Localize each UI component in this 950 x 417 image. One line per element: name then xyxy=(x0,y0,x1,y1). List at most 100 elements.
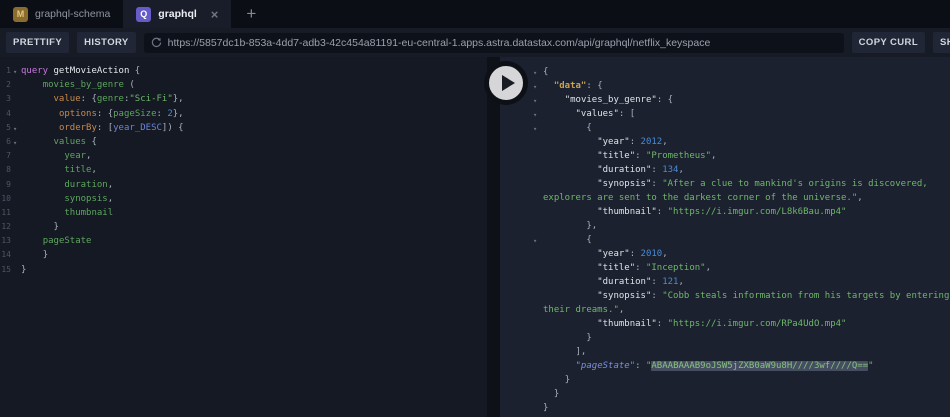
query-line: 1 ▾ query getMovieAction { xyxy=(0,64,487,78)
prettify-button[interactable]: PRETTIFY xyxy=(6,32,70,53)
fold-arrow-icon[interactable]: ▾ xyxy=(533,122,537,136)
response-line: ▾ { xyxy=(500,233,950,247)
response-line: "duration": 121, xyxy=(500,275,950,289)
tab-label: graphql xyxy=(158,8,197,20)
response-line: "duration": 134, xyxy=(500,163,950,177)
code-text: } xyxy=(42,250,49,261)
response-line: ▾ { xyxy=(500,121,950,135)
tab-bar: M graphql-schema Q graphql × + xyxy=(0,0,950,28)
code-text: { xyxy=(543,67,549,77)
fold-arrow-icon[interactable]: ▾ xyxy=(533,234,537,248)
query-line: 14 } xyxy=(0,248,487,262)
line-number: 3 xyxy=(6,94,11,104)
line-number: 5 xyxy=(6,122,11,132)
code-text: "synopsis": "Cobb steals information fro… xyxy=(597,291,950,301)
plus-icon: + xyxy=(246,4,257,23)
add-tab-button[interactable]: + xyxy=(231,0,271,28)
code-text: } xyxy=(53,222,59,233)
response-line: ], xyxy=(500,345,950,359)
code-text: "data": { xyxy=(553,81,603,91)
tab-graphql-schema[interactable]: M graphql-schema xyxy=(0,0,123,28)
query-line: 12 } xyxy=(0,220,487,234)
query-line: 2 movies_by_genre ( xyxy=(0,78,487,92)
code-text: "year": 2010, xyxy=(597,249,668,259)
response-line: } xyxy=(500,387,950,401)
code-text: movies_by_genre ( xyxy=(42,80,135,91)
line-number: 13 xyxy=(1,236,11,246)
code-text: "thumbnail": "https://i.imgur.com/L8k6Ba… xyxy=(597,207,847,217)
code-text: options: {pageSize: 2}, xyxy=(58,108,184,119)
code-text: ], xyxy=(575,347,587,357)
code-text: "synopsis": "After a clue to mankind's o… xyxy=(597,179,928,189)
line-number: 12 xyxy=(1,222,11,232)
line-number: 7 xyxy=(6,151,11,161)
code-text: their dreams.", xyxy=(543,305,625,315)
query-line: 7 year, xyxy=(0,149,487,163)
response-line: "title": "Prometheus", xyxy=(500,149,950,163)
code-text: value: {genre:"Sci-Fi"}, xyxy=(53,94,184,105)
response-viewer[interactable]: ▾{▾ "data": {▾ "movies_by_genre": {▾ "va… xyxy=(500,57,950,417)
execute-button[interactable] xyxy=(484,61,528,105)
code-text: "duration": 121, xyxy=(597,277,684,287)
play-icon xyxy=(501,75,515,91)
query-line: 4 options: {pageSize: 2}, xyxy=(0,107,487,121)
line-number: 14 xyxy=(1,250,11,260)
fold-arrow-icon[interactable]: ▾ xyxy=(533,94,537,108)
query-line: 6 ▾ values { xyxy=(0,135,487,149)
fold-arrow-icon[interactable]: ▾ xyxy=(533,66,537,80)
fold-arrow-icon[interactable]: ▾ xyxy=(13,122,17,136)
code-text: "year": 2012, xyxy=(597,137,668,147)
tab-icon-m: M xyxy=(13,6,28,22)
code-text: orderBy: [year_DESC]) { xyxy=(58,122,184,133)
toolbar: PRETTIFY HISTORY https://5857dc1b-853a-4… xyxy=(0,28,950,57)
response-line: ▾{ xyxy=(500,65,950,79)
code-text: explorers are sent to the darkest corner… xyxy=(543,193,863,203)
code-text: year, xyxy=(64,151,92,162)
code-text: } xyxy=(21,264,27,275)
response-line: "thumbnail": "https://i.imgur.com/RPa4Ud… xyxy=(500,317,950,331)
refresh-icon xyxy=(151,37,162,48)
line-number: 6 xyxy=(6,136,11,146)
code-text: thumbnail xyxy=(64,207,114,218)
response-line: } xyxy=(500,401,950,415)
line-number: 10 xyxy=(1,193,11,203)
response-line: "year": 2012, xyxy=(500,135,950,149)
response-line: "thumbnail": "https://i.imgur.com/L8k6Ba… xyxy=(500,205,950,219)
code-text: query getMovieAction { xyxy=(21,66,141,76)
pane-divider[interactable] xyxy=(487,57,500,417)
code-text: } xyxy=(564,375,571,385)
query-editor[interactable]: 1 ▾ query getMovieAction {2 movies_by_genr… xyxy=(0,57,487,417)
code-text: "values": [ xyxy=(575,109,636,119)
query-line: 9 duration, xyxy=(0,178,487,192)
line-number: 11 xyxy=(1,207,11,217)
fold-arrow-icon[interactable]: ▾ xyxy=(13,65,17,79)
query-line: 13 pageState xyxy=(0,234,487,248)
playground-split: 1 ▾ query getMovieAction {2 movies_by_genr… xyxy=(0,57,950,417)
line-number: 8 xyxy=(6,165,11,175)
fold-arrow-icon[interactable]: ▾ xyxy=(533,80,537,94)
response-line: } xyxy=(500,373,950,387)
query-line: 10 synopsis, xyxy=(0,192,487,206)
share-playground-button[interactable]: SHARE PLAYGROUND xyxy=(933,32,950,53)
code-text: title, xyxy=(64,165,97,176)
code-text: { xyxy=(586,123,592,133)
code-text: "title": "Prometheus", xyxy=(597,151,717,161)
endpoint-url-input[interactable]: https://5857dc1b-853a-4dd7-adb3-42c454a8… xyxy=(143,32,844,53)
fold-arrow-icon[interactable]: ▾ xyxy=(13,136,17,150)
close-icon[interactable]: × xyxy=(211,8,219,21)
history-button[interactable]: HISTORY xyxy=(77,32,136,53)
tab-label: graphql-schema xyxy=(35,8,111,20)
query-line: 11 thumbnail xyxy=(0,206,487,220)
tab-graphql[interactable]: Q graphql × xyxy=(123,0,232,28)
copy-curl-button[interactable]: COPY CURL xyxy=(851,32,926,53)
code-text: } xyxy=(586,333,592,343)
response-line: ▾ "values": [ xyxy=(500,107,950,121)
fold-arrow-icon[interactable]: ▾ xyxy=(533,108,537,122)
line-number: 4 xyxy=(6,108,11,118)
code-text: "thumbnail": "https://i.imgur.com/RPa4Ud… xyxy=(597,319,847,329)
code-text: duration, xyxy=(64,179,114,190)
response-line: }, xyxy=(500,219,950,233)
response-line: "synopsis": "After a clue to mankind's o… xyxy=(500,177,950,191)
query-line: 3 value: {genre:"Sci-Fi"}, xyxy=(0,92,487,106)
response-line: "pageState": "ABAABAAAB9oJSW5jZXB0aW9u8H… xyxy=(500,359,950,373)
